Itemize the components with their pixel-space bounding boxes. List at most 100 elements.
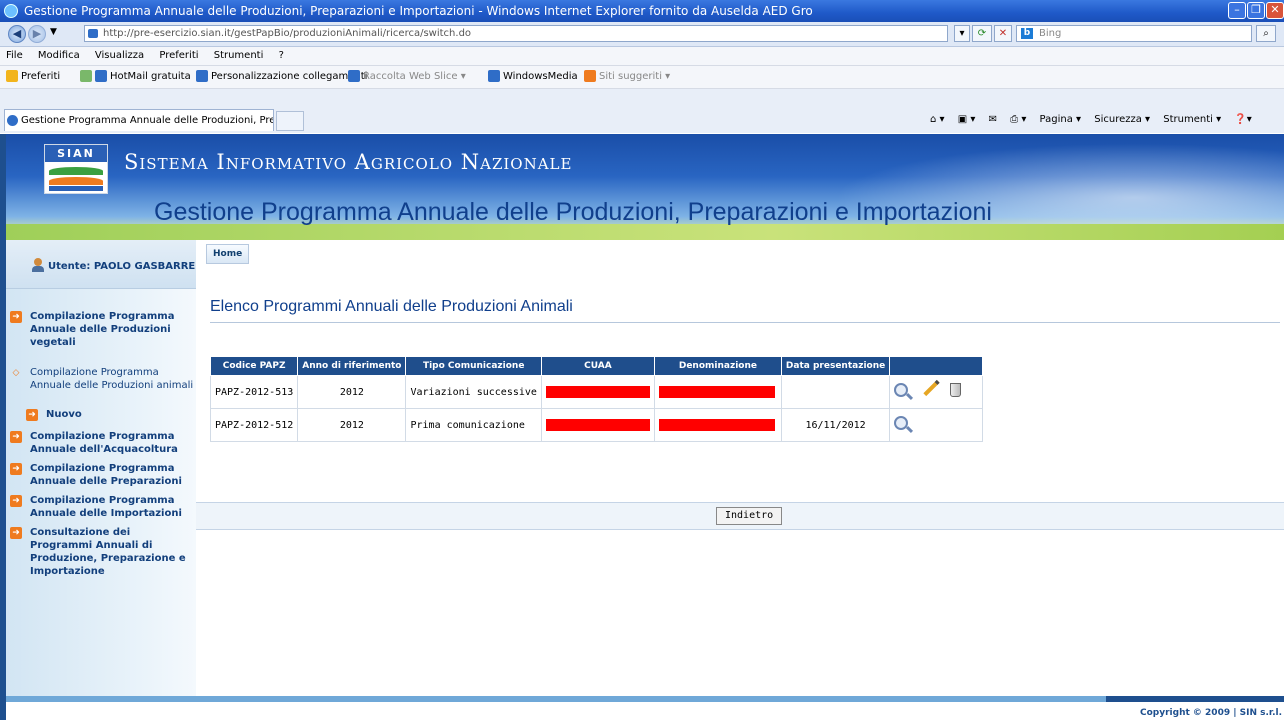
arrow-icon: ➜ bbox=[10, 495, 22, 507]
sidebar-item-animali[interactable]: ◇ Compilazione Programma Annuale delle P… bbox=[10, 366, 194, 392]
stop-icon[interactable]: ✕ bbox=[994, 25, 1012, 42]
favorites-button[interactable]: Preferiti bbox=[6, 66, 60, 88]
page-title: Elenco Programmi Annuali delle Produzion… bbox=[210, 298, 1280, 323]
fav-personalizzazione[interactable]: Personalizzazione collegamenti bbox=[196, 66, 367, 88]
maximize-button[interactable]: ❐ bbox=[1247, 2, 1265, 19]
programs-table: Codice PAPZ Anno di riferimento Tipo Com… bbox=[209, 356, 984, 442]
sidebar-item-nuovo[interactable]: ➜ Nuovo bbox=[26, 408, 166, 421]
table-row: PAPZ-2012-513 2012 Variazioni successive bbox=[209, 375, 984, 409]
breadcrumb-home[interactable]: Home bbox=[206, 244, 250, 264]
cmd-strumenti[interactable]: Strumenti ▾ bbox=[1163, 114, 1221, 125]
home-icon[interactable]: ⌂ ▾ bbox=[930, 114, 945, 125]
sidebar-item-vegetali[interactable]: ➜ Compilazione Programma Annuale delle P… bbox=[10, 310, 194, 349]
feeds-icon[interactable]: ▣ ▾ bbox=[958, 114, 976, 125]
header-banner: SIAN Sistema Informativo Agricolo Nazion… bbox=[6, 134, 1284, 240]
star-icon bbox=[6, 70, 18, 82]
arrow-icon: ➜ bbox=[26, 409, 38, 421]
cell-anno: 2012 bbox=[297, 375, 407, 409]
suggested-sites-icon bbox=[584, 70, 596, 82]
cell-denominazione bbox=[653, 408, 782, 442]
sian-logo: SIAN bbox=[44, 144, 108, 194]
url-field[interactable]: http://pre-esercizio.sian.it/gestPapBio/… bbox=[84, 25, 948, 42]
col-tipo: Tipo Comunicazione bbox=[405, 356, 542, 376]
col-actions bbox=[889, 356, 984, 376]
user-label: Utente: PAOLO GASBARRE bbox=[48, 261, 196, 272]
new-tab-button[interactable] bbox=[276, 111, 304, 131]
cell-data bbox=[780, 375, 891, 409]
cell-data: 16/11/2012 bbox=[780, 408, 891, 442]
tab-current[interactable]: Gestione Programma Annuale delle Produzi… bbox=[4, 109, 274, 131]
indietro-button[interactable]: Indietro bbox=[716, 507, 783, 525]
cmd-sicurezza[interactable]: Sicurezza ▾ bbox=[1094, 114, 1150, 125]
system-name: Sistema Informativo Agricolo Nazionale bbox=[124, 150, 573, 174]
menu-bar: File Modifica Visualizza Preferiti Strum… bbox=[0, 47, 1284, 66]
delete-icon[interactable] bbox=[950, 383, 968, 401]
web-page: SIAN Sistema Informativo Agricolo Nazion… bbox=[0, 134, 1284, 720]
bing-icon: b bbox=[1021, 28, 1033, 39]
menu-preferiti[interactable]: Preferiti bbox=[159, 50, 198, 61]
button-bar: Indietro bbox=[196, 502, 1284, 530]
menu-help[interactable]: ? bbox=[279, 50, 284, 61]
search-icon[interactable]: ⌕ bbox=[1256, 25, 1276, 42]
window-titlebar: Gestione Programma Annuale delle Produzi… bbox=[0, 0, 1284, 22]
help-icon[interactable]: ❓▾ bbox=[1234, 114, 1251, 125]
main-content: Home Elenco Programmi Annuali delle Prod… bbox=[196, 240, 1284, 696]
forward-nav-button[interactable]: ▶ bbox=[28, 25, 46, 43]
menu-file[interactable]: File bbox=[6, 50, 23, 61]
arrow-icon: ➜ bbox=[10, 527, 22, 539]
cell-actions bbox=[889, 408, 984, 442]
view-icon[interactable] bbox=[894, 416, 912, 434]
cell-denominazione bbox=[653, 375, 782, 409]
tab-bar: Gestione Programma Annuale delle Produzi… bbox=[0, 89, 1284, 133]
cmd-pagina[interactable]: Pagina ▾ bbox=[1040, 114, 1082, 125]
window-title: Gestione Programma Annuale delle Produzi… bbox=[24, 4, 813, 18]
diamond-bullet-icon: ◇ bbox=[12, 368, 20, 378]
refresh-icon[interactable]: ⟳ bbox=[972, 25, 992, 42]
search-input[interactable]: b Bing bbox=[1016, 25, 1252, 42]
col-codice: Codice PAPZ bbox=[209, 356, 299, 376]
history-dropdown-icon[interactable]: ▼ bbox=[50, 27, 57, 37]
ie-page-icon bbox=[7, 115, 18, 126]
arrow-icon: ➜ bbox=[10, 311, 22, 323]
page-icon bbox=[88, 29, 98, 38]
fav-hotmail[interactable]: HotMail gratuita bbox=[80, 66, 191, 88]
sidebar-item-consultazione[interactable]: ➜ Consultazione dei Programmi Annuali di… bbox=[10, 526, 194, 578]
user-icon bbox=[32, 258, 44, 272]
arrow-icon: ➜ bbox=[10, 431, 22, 443]
view-icon[interactable] bbox=[894, 383, 912, 401]
redacted-block bbox=[545, 386, 650, 398]
ie-page-icon bbox=[95, 70, 107, 82]
cell-cuaa bbox=[540, 375, 655, 409]
close-button[interactable]: ✕ bbox=[1266, 2, 1284, 19]
sidebar: Utente: PAOLO GASBARRE ➜ Compilazione Pr… bbox=[6, 240, 196, 696]
redacted-block bbox=[658, 419, 775, 431]
col-cuaa: CUAA bbox=[540, 356, 655, 376]
menu-modifica[interactable]: Modifica bbox=[38, 50, 80, 61]
menu-strumenti[interactable]: Strumenti bbox=[214, 50, 264, 61]
col-anno: Anno di riferimento bbox=[297, 356, 407, 376]
sidebar-item-preparazioni[interactable]: ➜ Compilazione Programma Annuale delle P… bbox=[10, 462, 194, 488]
minimize-button[interactable]: – bbox=[1228, 2, 1246, 19]
user-box: Utente: PAOLO GASBARRE bbox=[6, 240, 196, 289]
back-nav-button[interactable]: ◀ bbox=[8, 25, 26, 43]
fav-siti-suggeriti[interactable]: Siti suggeriti ▾ bbox=[584, 66, 670, 88]
ie-logo-icon bbox=[4, 4, 18, 18]
sidebar-item-importazioni[interactable]: ➜ Compilazione Programma Annuale delle I… bbox=[10, 494, 194, 520]
cell-tipo: Variazioni successive bbox=[405, 375, 542, 409]
ie-page-icon bbox=[348, 70, 360, 82]
print-icon[interactable]: ⎙ ▾ bbox=[1010, 114, 1026, 125]
favorites-bar: Preferiti HotMail gratuita Personalizzaz… bbox=[0, 66, 1284, 89]
fav-windowsmedia[interactable]: WindowsMedia bbox=[488, 66, 578, 88]
footer: Copyright © 2009 | SIN s.r.l. bbox=[6, 696, 1284, 720]
mail-icon[interactable]: ✉ bbox=[989, 114, 997, 125]
cell-anno: 2012 bbox=[297, 408, 407, 442]
arrow-icon: ➜ bbox=[10, 463, 22, 475]
cell-codice: PAPZ-2012-512 bbox=[209, 408, 299, 442]
sidebar-item-acquacoltura[interactable]: ➜ Compilazione Programma Annuale dell'Ac… bbox=[10, 430, 194, 456]
app-title: Gestione Programma Annuale delle Produzi… bbox=[154, 198, 992, 226]
url-dropdown-icon[interactable]: ▾ bbox=[954, 25, 970, 42]
fav-webslice[interactable]: Raccolta Web Slice ▾ bbox=[348, 66, 466, 88]
menu-visualizza[interactable]: Visualizza bbox=[95, 50, 144, 61]
table-row: PAPZ-2012-512 2012 Prima comunicazione 1… bbox=[209, 408, 984, 442]
edit-icon[interactable] bbox=[922, 379, 940, 401]
